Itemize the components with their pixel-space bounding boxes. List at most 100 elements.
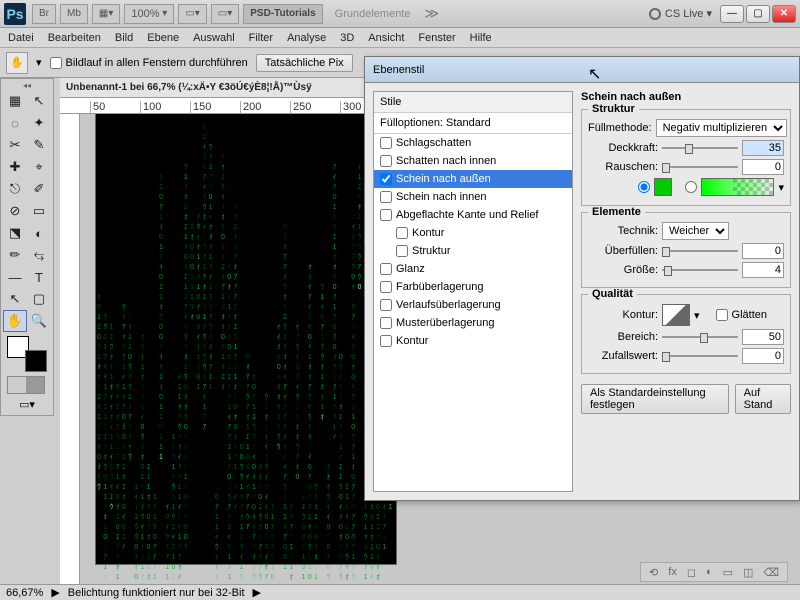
reset-default-button[interactable]: Auf Stand xyxy=(735,384,791,414)
blendmode-select[interactable]: Negativ multiplizieren xyxy=(656,119,787,137)
style-farb-berlagerung[interactable]: Farbüberlagerung xyxy=(374,278,572,296)
spread-input[interactable] xyxy=(742,243,784,259)
color-radio[interactable] xyxy=(638,181,650,193)
make-default-button[interactable]: Als Standardeinstellung festlegen xyxy=(581,384,729,414)
spread-slider[interactable] xyxy=(662,245,738,257)
contour-picker[interactable] xyxy=(662,304,690,326)
close-button[interactable]: ✕ xyxy=(772,5,796,23)
jitter-slider[interactable] xyxy=(662,350,738,362)
link-icon[interactable]: ⟲ xyxy=(649,566,658,579)
tool-1-0[interactable]: ◌ xyxy=(3,112,27,134)
tool-0-0[interactable]: ▦ xyxy=(3,90,27,112)
style-checkbox[interactable] xyxy=(380,335,392,347)
menu-datei[interactable]: Datei xyxy=(8,32,34,44)
style-schein-nach-innen[interactable]: Schein nach innen xyxy=(374,188,572,206)
tool-9-1[interactable]: ▢ xyxy=(27,288,51,310)
antialias-checkbox[interactable]: Glätten xyxy=(716,309,767,321)
gradient-radio[interactable] xyxy=(685,181,697,193)
status-zoom[interactable]: 66,67% xyxy=(6,587,43,599)
trash-icon[interactable]: ⌫ xyxy=(763,566,779,579)
style-checkbox[interactable] xyxy=(380,281,392,293)
group-icon[interactable]: ▭ xyxy=(723,566,733,579)
screenmode-button[interactable]: ▭▾ xyxy=(3,396,51,413)
bridge-button[interactable]: Br xyxy=(32,4,56,24)
tool-10-0[interactable]: ✋ xyxy=(3,310,27,332)
style-checkbox[interactable] xyxy=(380,191,392,203)
tool-6-1[interactable]: ◐ xyxy=(27,222,51,244)
style-checkbox[interactable] xyxy=(380,137,392,149)
size-input[interactable] xyxy=(742,262,784,278)
opacity-slider[interactable] xyxy=(662,142,738,154)
style-kontur[interactable]: Kontur xyxy=(374,224,572,242)
newlayer-icon[interactable]: ◫ xyxy=(743,566,753,579)
menu-ansicht[interactable]: Ansicht xyxy=(368,32,404,44)
fx-icon[interactable]: fx xyxy=(668,566,677,578)
maximize-button[interactable]: ▢ xyxy=(746,5,770,23)
gradient-dropdown-icon[interactable]: ▾ xyxy=(778,181,784,194)
menu-filter[interactable]: Filter xyxy=(249,32,273,44)
jitter-input[interactable] xyxy=(742,348,784,364)
glow-color-swatch[interactable] xyxy=(654,178,672,196)
range-input[interactable] xyxy=(742,329,784,345)
menu-analyse[interactable]: Analyse xyxy=(287,32,326,44)
tool-3-1[interactable]: ⌖ xyxy=(27,156,51,178)
tool-2-1[interactable]: ✎ xyxy=(27,134,51,156)
opacity-input[interactable] xyxy=(742,140,784,156)
menu-auswahl[interactable]: Auswahl xyxy=(193,32,235,44)
menu-3d[interactable]: 3D xyxy=(340,32,354,44)
menu-fenster[interactable]: Fenster xyxy=(418,32,455,44)
workspace-more-icon[interactable]: ≫ xyxy=(424,5,439,22)
adjustment-icon[interactable]: ◐ xyxy=(706,566,713,578)
style-abgeflachte-kante-und-relief[interactable]: Abgeflachte Kante und Relief xyxy=(374,206,572,224)
actual-pixels-button[interactable]: Tatsächliche Pix xyxy=(256,54,353,72)
style-schein-nach-au-en[interactable]: Schein nach außen xyxy=(374,170,572,188)
styles-header[interactable]: Stile xyxy=(374,92,572,113)
workspace-tab-tutorials[interactable]: PSD-Tutorials xyxy=(243,4,322,24)
screen-button[interactable]: ▭▾ xyxy=(211,4,239,24)
scroll-all-windows-checkbox[interactable]: Bildlauf in allen Fenstern durchführen xyxy=(50,57,248,69)
style-checkbox[interactable] xyxy=(380,155,392,167)
background-swatch[interactable] xyxy=(25,350,47,372)
tool-5-0[interactable]: ⊘ xyxy=(3,200,27,222)
style-struktur[interactable]: Struktur xyxy=(374,242,572,260)
style-checkbox[interactable] xyxy=(396,245,408,257)
options-dropdown-icon[interactable]: ▾ xyxy=(36,56,42,69)
menu-ebene[interactable]: Ebene xyxy=(147,32,179,44)
tool-8-1[interactable]: T xyxy=(27,266,51,288)
style-checkbox[interactable] xyxy=(380,173,392,185)
noise-input[interactable] xyxy=(742,159,784,175)
tool-5-1[interactable]: ▭ xyxy=(27,200,51,222)
menu-hilfe[interactable]: Hilfe xyxy=(470,32,492,44)
minimize-button[interactable]: — xyxy=(720,5,744,23)
tool-4-0[interactable]: ⎋ xyxy=(3,178,27,200)
style-checkbox[interactable] xyxy=(380,209,392,221)
technique-select[interactable]: Weicher xyxy=(662,222,729,240)
minibridge-button[interactable]: Mb xyxy=(60,4,88,24)
tool-7-1[interactable]: ⥃ xyxy=(27,244,51,266)
status-play-icon-2[interactable]: ▶ xyxy=(253,586,261,599)
tool-8-0[interactable]: — xyxy=(3,266,27,288)
menu-bild[interactable]: Bild xyxy=(115,32,133,44)
glow-gradient-swatch[interactable] xyxy=(701,178,775,196)
style-kontur[interactable]: Kontur xyxy=(374,332,572,350)
tool-1-1[interactable]: ✦ xyxy=(27,112,51,134)
canvas[interactable]: ｵ01ｴ0ｳｴｵｵ1ｴｲｴ1ｴｲ0ｵｲｳｳｳ11ｳｲｲ1ｱｴ1ｳｴｱｵｳ011ｱ… xyxy=(96,114,396,564)
tool-3-0[interactable]: ✚ xyxy=(3,156,27,178)
layout-button[interactable]: ▦▾ xyxy=(92,4,120,24)
style-checkbox[interactable] xyxy=(396,227,408,239)
color-swatches[interactable] xyxy=(7,336,47,372)
workspace-tab-grundelemente[interactable]: Grundelemente xyxy=(327,8,419,20)
tool-10-1[interactable]: 🔍 xyxy=(27,310,51,332)
style-verlaufs-berlagerung[interactable]: Verlaufsüberlagerung xyxy=(374,296,572,314)
tool-0-1[interactable]: ↖ xyxy=(27,90,51,112)
style-schlagschatten[interactable]: Schlagschatten xyxy=(374,134,572,152)
status-play-icon[interactable]: ▶ xyxy=(51,586,59,599)
view-button[interactable]: ▭▾ xyxy=(178,4,206,24)
cslive-button[interactable]: CS Live ▾ xyxy=(649,7,712,20)
tool-2-0[interactable]: ✂ xyxy=(3,134,27,156)
style-checkbox[interactable] xyxy=(380,317,392,329)
tool-9-0[interactable]: ↖ xyxy=(3,288,27,310)
quickmask-toggle[interactable] xyxy=(7,376,45,394)
range-slider[interactable] xyxy=(662,331,738,343)
style-schatten-nach-innen[interactable]: Schatten nach innen xyxy=(374,152,572,170)
